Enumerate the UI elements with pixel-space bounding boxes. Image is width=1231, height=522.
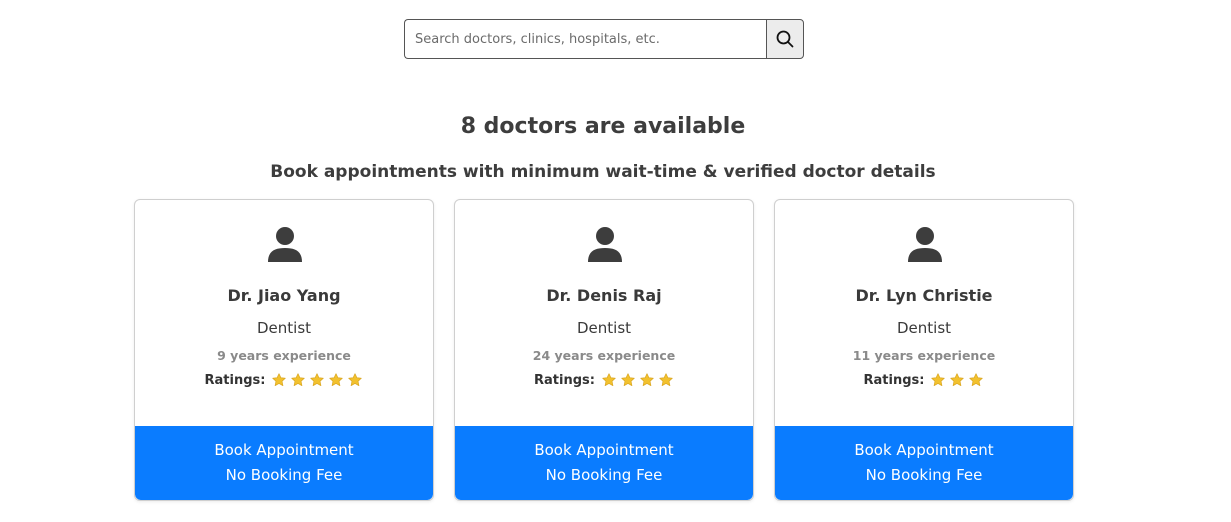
no-booking-fee-label: No Booking Fee	[545, 466, 663, 484]
no-booking-fee-label: No Booking Fee	[225, 466, 343, 484]
star-icon	[950, 373, 965, 386]
star-rating	[271, 372, 363, 388]
book-appointment-label: Book Appointment	[214, 441, 354, 459]
book-appointment-button[interactable]: Book Appointment No Booking Fee	[455, 426, 753, 500]
ratings-label: Ratings:	[534, 372, 595, 388]
search-input[interactable]	[404, 19, 766, 59]
doctor-specialty: Dentist	[256, 319, 312, 337]
star-rating	[601, 372, 674, 388]
star-icon	[969, 373, 984, 386]
ratings-label: Ratings:	[863, 372, 925, 388]
no-booking-fee-label: No Booking Fee	[865, 466, 983, 484]
doctor-ratings: Ratings:	[775, 372, 1073, 388]
doctor-name: Dr. Lyn Christie	[855, 286, 993, 305]
ratings-label: Ratings:	[204, 372, 266, 388]
star-icon	[272, 373, 287, 386]
book-appointment-button[interactable]: Book Appointment No Booking Fee	[775, 426, 1073, 500]
doctor-ratings: Ratings:	[135, 372, 433, 388]
doctor-count-heading: 8 doctors are available	[460, 114, 746, 139]
doctor-experience: 11 years experience	[852, 348, 996, 363]
star-icon	[329, 373, 344, 386]
search-icon	[776, 30, 794, 48]
doctor-name: Dr. Jiao Yang	[227, 286, 341, 305]
user-icon	[908, 227, 942, 262]
star-icon	[310, 373, 325, 386]
doctor-ratings: Ratings:	[455, 372, 753, 388]
doctor-specialty: Dentist	[576, 319, 632, 337]
star-icon	[659, 373, 673, 386]
search-bar	[404, 19, 804, 59]
search-button[interactable]	[766, 19, 804, 59]
doctor-name: Dr. Denis Raj	[546, 286, 662, 305]
star-icon	[931, 373, 946, 386]
doctor-specialty: Dentist	[896, 319, 952, 337]
star-icon	[291, 373, 306, 386]
doctor-card: Dr. Jiao Yang Dentist 9 years experience…	[134, 199, 434, 501]
star-icon	[348, 373, 363, 386]
doctor-experience: 9 years experience	[217, 348, 351, 363]
star-icon	[621, 373, 635, 386]
star-rating	[930, 372, 984, 388]
doctor-experience: 24 years experience	[532, 348, 676, 363]
book-appointment-label: Book Appointment	[854, 441, 994, 459]
book-appointment-button[interactable]: Book Appointment No Booking Fee	[135, 426, 433, 500]
star-icon	[602, 373, 616, 386]
user-icon	[268, 227, 302, 262]
subtitle-heading: Book appointments with minimum wait-time…	[270, 162, 936, 182]
star-icon	[640, 373, 654, 386]
doctor-card: Dr. Lyn Christie Dentist 11 years experi…	[774, 199, 1074, 501]
user-icon	[588, 227, 622, 262]
book-appointment-label: Book Appointment	[534, 441, 674, 459]
doctor-card: Dr. Denis Raj Dentist 24 years experienc…	[454, 199, 754, 501]
